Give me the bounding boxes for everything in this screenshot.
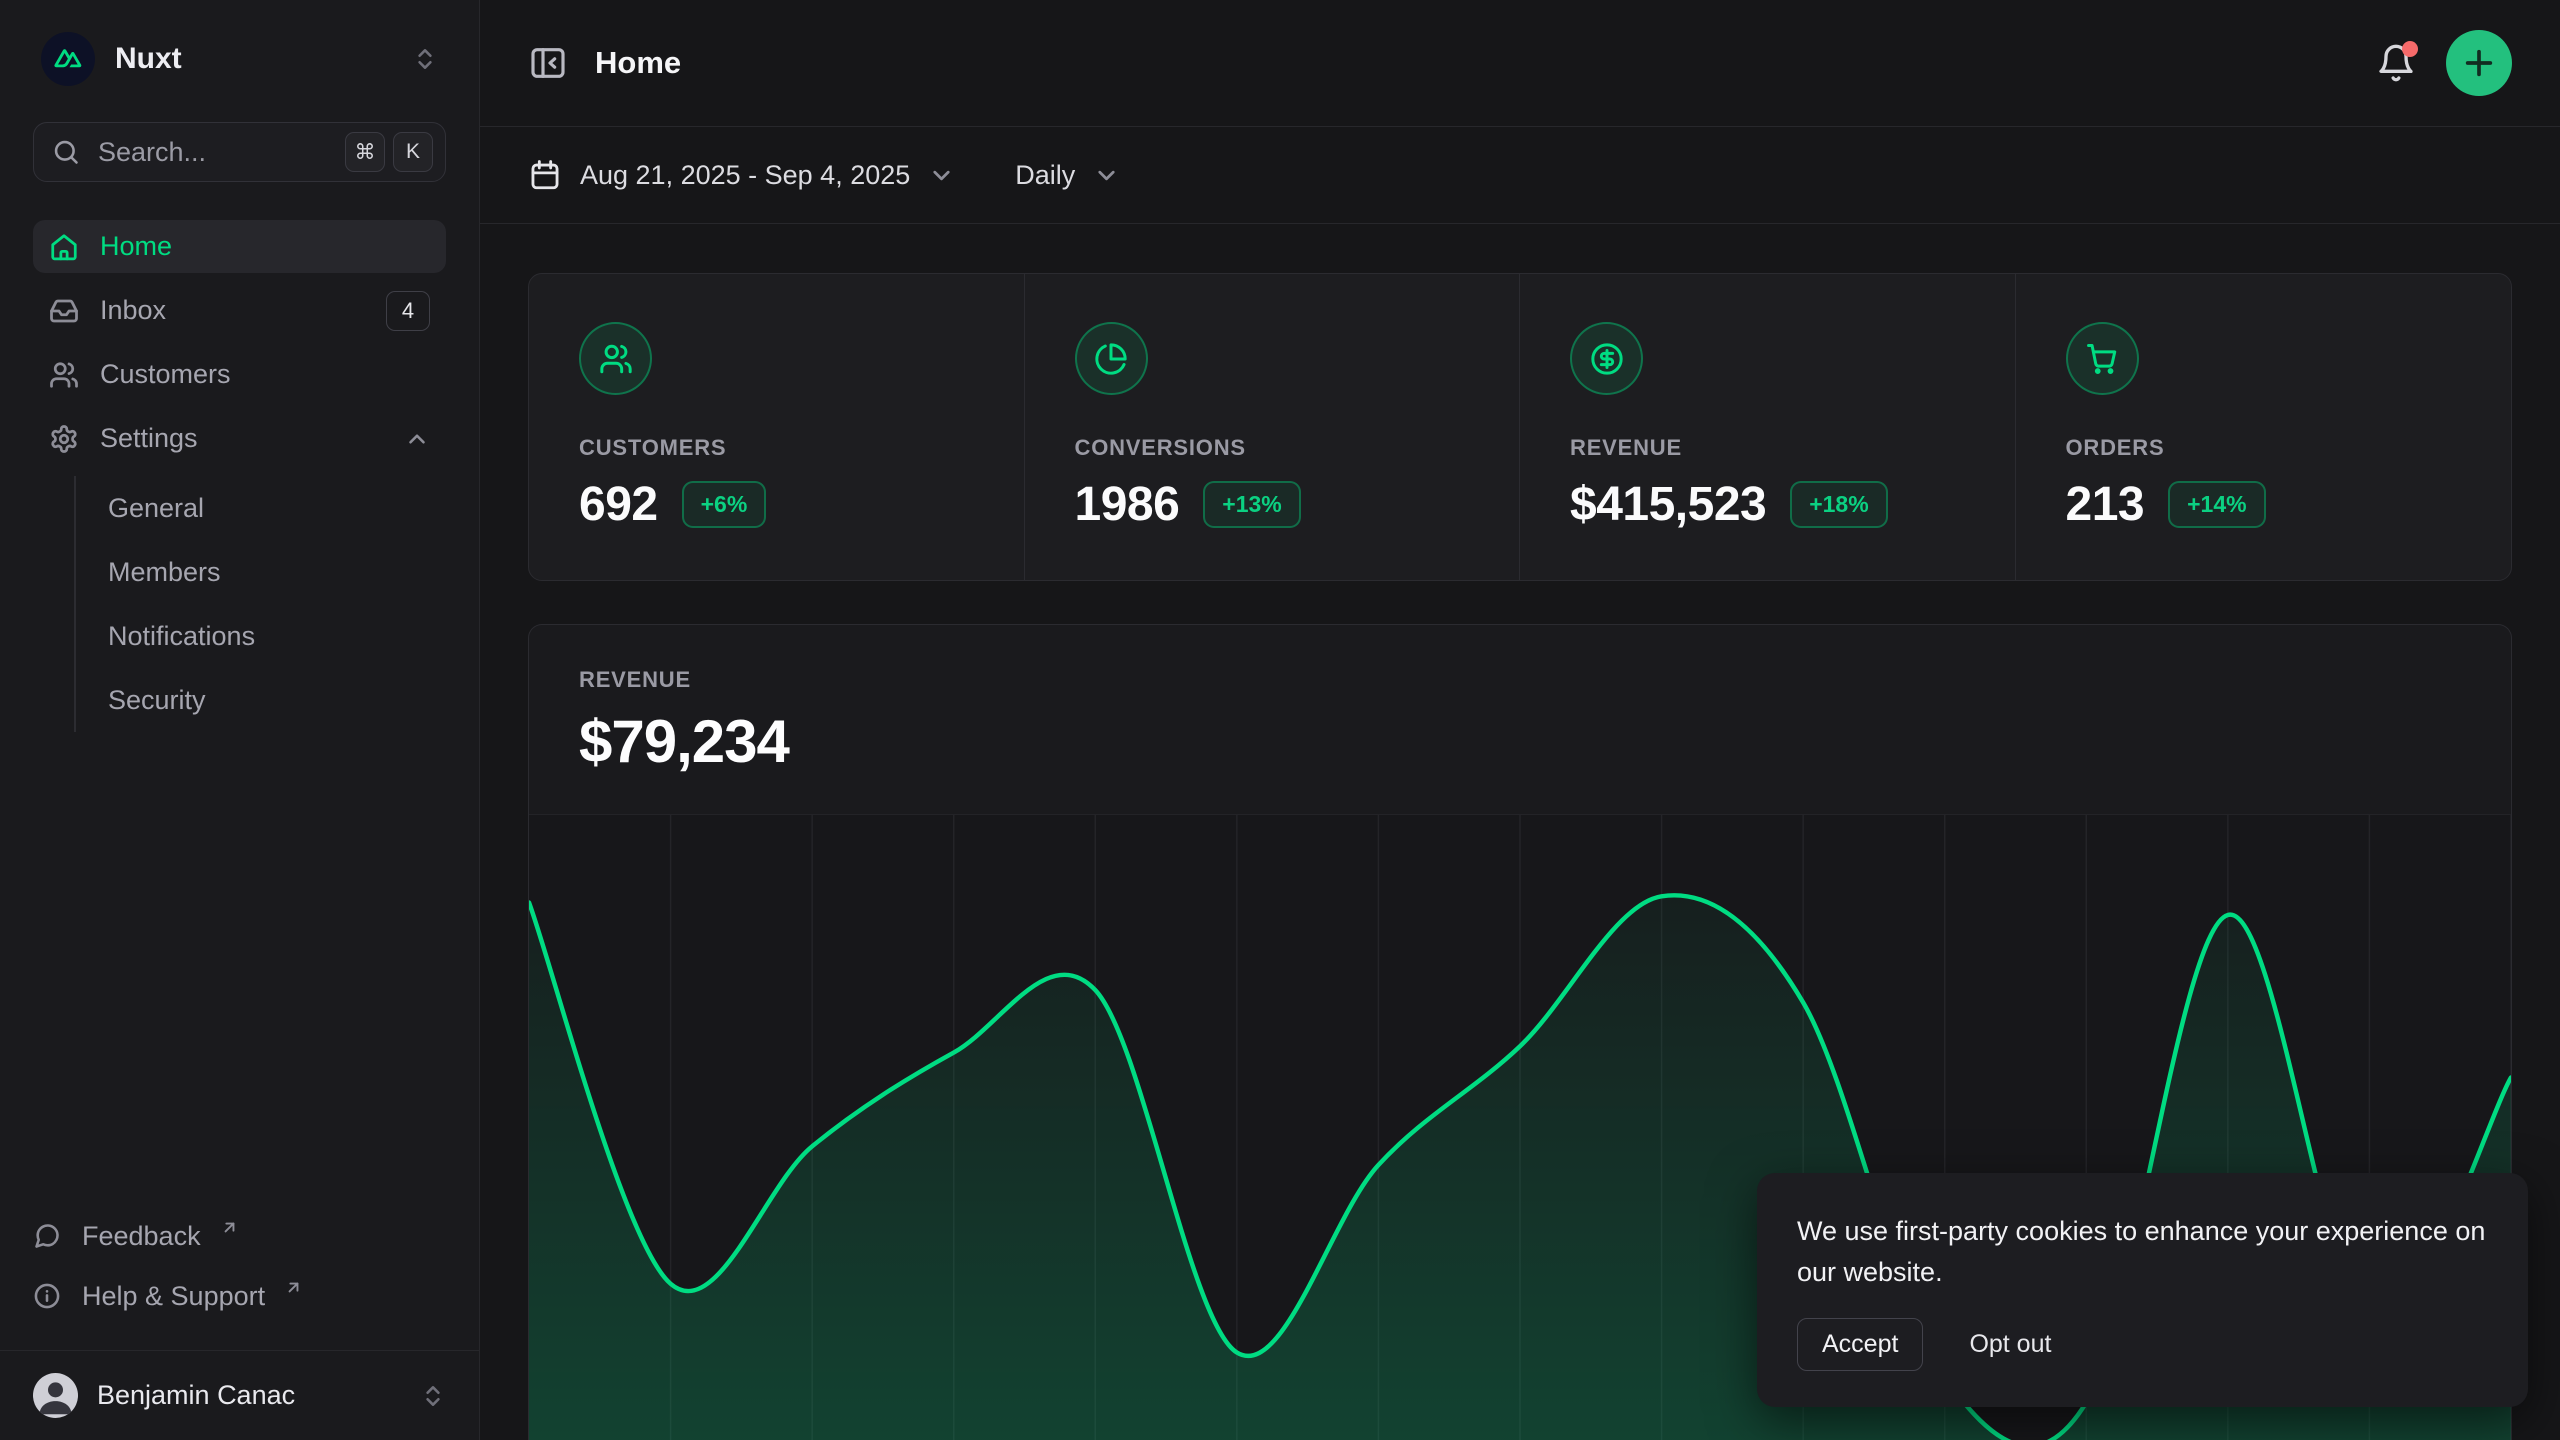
chevron-updown-icon bbox=[412, 46, 438, 72]
feedback-link[interactable]: Feedback bbox=[33, 1206, 446, 1266]
stat-value: $415,523 bbox=[1570, 477, 1766, 532]
sidebar-item-security[interactable]: Security bbox=[76, 668, 446, 732]
panel-collapse-icon bbox=[528, 43, 568, 83]
granularity-value: Daily bbox=[1015, 160, 1075, 191]
stat-value: 213 bbox=[2066, 477, 2145, 532]
sidebar-item-customers[interactable]: Customers bbox=[33, 348, 446, 401]
stat-card-customers[interactable]: CUSTOMERS 692 +6% bbox=[529, 274, 1025, 580]
revenue-label: REVENUE bbox=[579, 667, 2461, 693]
brand-name: Nuxt bbox=[115, 42, 392, 76]
notification-dot bbox=[2402, 41, 2418, 57]
plus-icon bbox=[2462, 46, 2496, 80]
search-placeholder: Search... bbox=[98, 137, 327, 168]
sidebar-footer: Feedback Help & Support bbox=[0, 1206, 479, 1350]
main-area: Home Aug 21, 2025 - Sep 4, 2025 Daily bbox=[480, 0, 2560, 1440]
inbox-icon bbox=[49, 296, 79, 326]
nuxt-logo-icon bbox=[41, 32, 95, 86]
granularity-select[interactable]: Daily bbox=[1015, 160, 1120, 191]
workspace-switcher[interactable]: Nuxt bbox=[33, 26, 446, 92]
external-link-icon bbox=[284, 1278, 303, 1297]
sidebar-item-label: Inbox bbox=[100, 295, 166, 326]
stats-row: CUSTOMERS 692 +6% CONVERSIONS 1986 +13% bbox=[528, 273, 2512, 581]
stat-delta-badge: +18% bbox=[1790, 481, 1887, 528]
gear-icon bbox=[49, 424, 79, 454]
stat-value: 692 bbox=[579, 477, 658, 532]
sidebar-item-home[interactable]: Home bbox=[33, 220, 446, 273]
pie-chart-icon bbox=[1075, 322, 1148, 395]
sidebar-item-label: Customers bbox=[100, 359, 231, 390]
user-menu[interactable]: Benjamin Canac bbox=[0, 1350, 479, 1440]
date-range-picker[interactable]: Aug 21, 2025 - Sep 4, 2025 bbox=[528, 158, 955, 192]
page-title: Home bbox=[595, 45, 681, 81]
circle-dollar-icon bbox=[1570, 322, 1643, 395]
cookie-banner: We use first-party cookies to enhance yo… bbox=[1757, 1173, 2528, 1407]
external-link-icon bbox=[220, 1218, 239, 1237]
sidebar-collapse-button[interactable] bbox=[528, 43, 568, 83]
user-name: Benjamin Canac bbox=[97, 1380, 401, 1411]
stat-label: CUSTOMERS bbox=[579, 435, 974, 461]
accept-button[interactable]: Accept bbox=[1797, 1318, 1923, 1371]
search-shortcut: ⌘ K bbox=[345, 132, 433, 172]
sidebar-item-inbox[interactable]: Inbox 4 bbox=[33, 284, 446, 337]
stat-delta-badge: +6% bbox=[682, 481, 767, 528]
sidebar-item-general[interactable]: General bbox=[76, 476, 446, 540]
chevron-updown-icon bbox=[420, 1383, 446, 1409]
users-icon bbox=[579, 322, 652, 395]
stat-card-revenue[interactable]: REVENUE $415,523 +18% bbox=[1520, 274, 2016, 580]
stat-card-orders[interactable]: ORDERS 213 +14% bbox=[2016, 274, 2512, 580]
notifications-button[interactable] bbox=[2376, 43, 2416, 83]
feedback-label: Feedback bbox=[82, 1221, 201, 1252]
stat-delta-badge: +14% bbox=[2168, 481, 2265, 528]
chevron-down-icon bbox=[928, 162, 955, 189]
sidebar-item-members[interactable]: Members bbox=[76, 540, 446, 604]
search-icon bbox=[52, 138, 80, 166]
home-icon bbox=[49, 232, 79, 262]
sidebar: Nuxt Search... ⌘ K Home Inbox 4 bbox=[0, 0, 480, 1440]
info-circle-icon bbox=[33, 1282, 61, 1310]
kbd-k: K bbox=[393, 132, 433, 172]
filters-toolbar: Aug 21, 2025 - Sep 4, 2025 Daily bbox=[480, 127, 2560, 224]
sidebar-item-notifications[interactable]: Notifications bbox=[76, 604, 446, 668]
inbox-count-badge: 4 bbox=[386, 291, 430, 331]
chat-bubble-icon bbox=[33, 1222, 61, 1250]
sidebar-item-settings[interactable]: Settings bbox=[33, 412, 446, 465]
shopping-cart-icon bbox=[2066, 322, 2139, 395]
sidebar-item-label: Home bbox=[100, 231, 172, 262]
chevron-up-icon bbox=[404, 426, 430, 452]
sidebar-nav: Home Inbox 4 Customers Settings General bbox=[33, 220, 446, 732]
add-button[interactable] bbox=[2446, 30, 2512, 96]
settings-subnav: General Members Notifications Security bbox=[74, 476, 446, 732]
stat-label: CONVERSIONS bbox=[1075, 435, 1470, 461]
user-avatar bbox=[33, 1373, 78, 1418]
stat-value: 1986 bbox=[1075, 477, 1180, 532]
help-support-label: Help & Support bbox=[82, 1281, 265, 1312]
help-support-link[interactable]: Help & Support bbox=[33, 1266, 446, 1326]
users-icon bbox=[49, 360, 79, 390]
revenue-value: $79,234 bbox=[579, 707, 2461, 776]
sidebar-item-label: Settings bbox=[100, 423, 198, 454]
kbd-cmd: ⌘ bbox=[345, 132, 385, 172]
stat-label: ORDERS bbox=[2066, 435, 2462, 461]
cookie-message: We use first-party cookies to enhance yo… bbox=[1797, 1211, 2488, 1292]
opt-out-button[interactable]: Opt out bbox=[1969, 1330, 2051, 1359]
stat-delta-badge: +13% bbox=[1203, 481, 1300, 528]
calendar-icon bbox=[528, 158, 562, 192]
stat-label: REVENUE bbox=[1570, 435, 1965, 461]
stat-card-conversions[interactable]: CONVERSIONS 1986 +13% bbox=[1025, 274, 1521, 580]
chevron-down-icon bbox=[1093, 162, 1120, 189]
page-header: Home bbox=[480, 0, 2560, 127]
date-range-value: Aug 21, 2025 - Sep 4, 2025 bbox=[580, 160, 910, 191]
search-input[interactable]: Search... ⌘ K bbox=[33, 122, 446, 182]
